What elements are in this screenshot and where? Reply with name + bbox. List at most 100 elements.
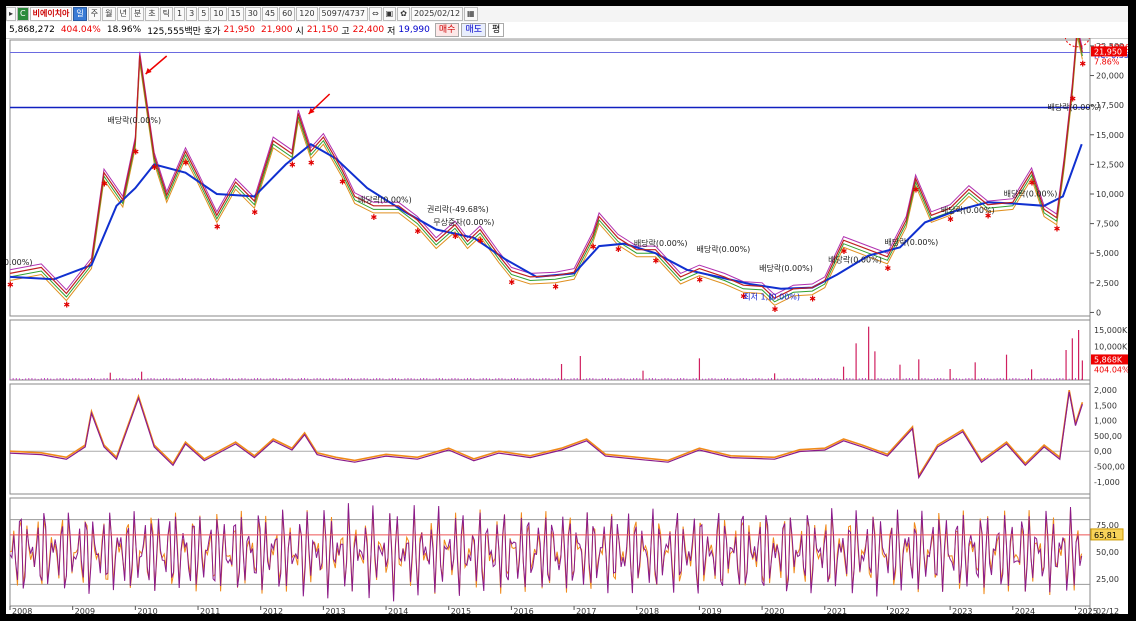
low-marker: ✱ — [884, 264, 891, 273]
osc-tick-label: 2,000 — [1094, 386, 1117, 395]
chart-window: ▸ C 비에이치아 일주월년분초틱 1 3 5 10 15 30 45 60 120 5097/… — [4, 4, 1130, 616]
low-label: 저 — [387, 26, 396, 37]
interval-button-4[interactable]: 15 — [227, 7, 244, 21]
eval-button[interactable]: 평 — [488, 23, 505, 37]
period-button-3[interactable]: 년 — [116, 7, 130, 21]
low-marker: ✱ — [696, 276, 703, 285]
osc-line-purple — [9, 391, 1083, 480]
annotation-label: 배당락(0.00%) — [828, 255, 882, 265]
low-marker: ✱ — [7, 280, 14, 289]
price-tick-label: 15,000 — [1096, 131, 1124, 140]
stock-name[interactable]: 비에이치아 — [29, 7, 73, 21]
low-marker: ✱ — [251, 208, 258, 217]
price-tick-label: 2,500 — [1096, 279, 1119, 288]
x-tick-label: 2008 — [12, 607, 32, 614]
low-marker: ✱ — [772, 305, 779, 314]
volume-ratio: 404.04% — [60, 25, 101, 35]
interval-button-5[interactable]: 30 — [244, 7, 261, 21]
osc-tick-label: -500,00 — [1094, 463, 1125, 472]
high-price: 22,400 — [352, 25, 385, 35]
low-marker: ✱ — [552, 283, 559, 292]
interval-button-7[interactable]: 60 — [279, 7, 296, 21]
x-tick-label: 2011 — [200, 607, 220, 614]
annotation-label: 배당락(0.00%) — [634, 238, 688, 248]
quote-label: 호가 — [203, 26, 221, 37]
x-tick-label: 2014 — [388, 607, 408, 614]
rsi-tick-label: 25,00 — [1096, 575, 1119, 584]
osc-tick-label: 0,00 — [1094, 447, 1112, 456]
x-tick-label: 2012 — [263, 607, 283, 614]
annotation-label: 배당락(0.00%) — [107, 115, 161, 125]
low-marker: ✱ — [653, 257, 660, 266]
period-button-6[interactable]: 틱 — [159, 7, 174, 21]
vol-last: 5,868K — [1094, 355, 1123, 364]
rsi-line-purple — [9, 503, 1083, 602]
x-tick-label: 2015 — [451, 607, 471, 614]
low-marker: ✱ — [132, 148, 139, 157]
last-change: 7.86% — [1094, 57, 1120, 66]
vol-last-pct: 404.04% — [1094, 365, 1128, 374]
osc-tick-label: 1,000 — [1094, 417, 1117, 426]
x-tick-label: 2019 — [701, 607, 721, 614]
annotation-label: 배당락(0.00%) — [1047, 102, 1101, 112]
low-marker: ✱ — [452, 232, 459, 241]
interval-button-3[interactable]: 10 — [210, 7, 227, 21]
x-tick-label: 2024 — [1015, 607, 1035, 614]
interval-buttons: 1 3 5 10 15 30 45 60 120 — [174, 7, 319, 21]
open-label: 시 — [295, 26, 304, 37]
scale-icon[interactable]: ⇔ — [368, 7, 382, 21]
save-icon[interactable]: ▣ — [382, 7, 397, 21]
calendar-icon[interactable]: ▦ — [464, 7, 478, 21]
interval-button-1[interactable]: 3 — [186, 7, 198, 21]
count-field[interactable]: 5097/4737 — [318, 7, 368, 21]
toolbar: ▸ C 비에이치아 일주월년분초틱 1 3 5 10 15 30 45 60 120 5097/… — [6, 6, 1128, 23]
annotation-label: 배당락(0.00%) — [941, 205, 995, 215]
x-tick-label: 2010 — [137, 607, 157, 614]
ma-line-green — [9, 38, 1083, 303]
price-tick-label: 12,500 — [1096, 160, 1124, 169]
low-marker: ✱ — [1029, 178, 1036, 187]
low-marker: ✱ — [371, 213, 378, 222]
menu-icon[interactable]: ▸ — [6, 7, 17, 21]
buy-button[interactable]: 매수 — [434, 23, 460, 37]
price-tick-label: 20,000 — [1096, 72, 1124, 81]
period-button-0[interactable]: 일 — [73, 7, 87, 21]
interval-button-0[interactable]: 1 — [174, 7, 186, 21]
x-tick-label: 2025 — [1077, 607, 1097, 614]
ask-price: 21,950 — [223, 25, 256, 35]
period-button-1[interactable]: 주 — [87, 7, 102, 21]
interval-button-8[interactable]: 120 — [296, 7, 318, 21]
low-marker: ✱ — [1079, 59, 1086, 68]
low-marker: ✱ — [590, 242, 597, 251]
volume: 5,868,272 — [9, 25, 55, 35]
x-end-label: 02/12 — [1096, 607, 1119, 614]
x-tick-label: 2021 — [827, 607, 847, 614]
x-tick-label: 2009 — [75, 607, 95, 614]
low-price: 19,990 — [398, 25, 430, 35]
low-marker: ✱ — [947, 215, 954, 224]
osc-tick-label: -1,000 — [1094, 478, 1120, 487]
chart-area[interactable]: 2008 2009 2010 2011 2012 2013 2014 2015 2016 2017… — [6, 38, 1128, 614]
interval-button-6[interactable]: 45 — [261, 7, 279, 21]
annotation-label: 배당락(0.00%) — [1004, 188, 1058, 198]
low-marker: ✱ — [182, 158, 189, 167]
price-tick-label: 0 — [1096, 308, 1101, 317]
high-label: 고 — [341, 26, 350, 37]
period-button-2[interactable]: 월 — [102, 7, 116, 21]
settings-icon[interactable]: ✿ — [397, 7, 410, 21]
period-button-4[interactable]: 분 — [130, 7, 145, 21]
x-tick-label: 2020 — [764, 607, 784, 614]
period-button-5[interactable]: 초 — [145, 7, 159, 21]
date-field[interactable]: 2025/02/12 — [410, 7, 464, 21]
annotation-label: (0.00%) — [6, 258, 32, 267]
vol-tick-label: 15,000K — [1094, 326, 1128, 335]
x-tick-label: 2018 — [639, 607, 659, 614]
min-label-tail: (0.00%) — [768, 292, 800, 301]
sell-button[interactable]: 매도 — [461, 23, 486, 37]
interval-button-2[interactable]: 5 — [198, 7, 210, 21]
last-price: 21,950 — [1094, 47, 1122, 56]
turnover: 18.96% — [106, 25, 142, 35]
stock-code-icon[interactable]: C — [17, 7, 29, 21]
vol-tick-label: 10,000K — [1094, 343, 1128, 352]
price-tick-label: 10,000 — [1096, 190, 1124, 199]
